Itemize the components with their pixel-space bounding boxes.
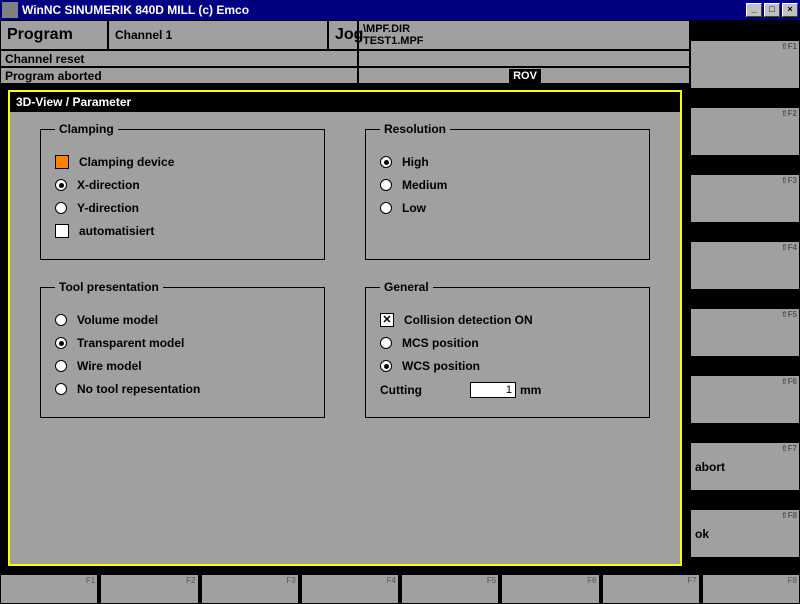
- minimize-button[interactable]: _: [746, 3, 762, 17]
- softkey-b8[interactable]: F8: [702, 574, 800, 604]
- cutting-label: Cutting: [380, 383, 466, 397]
- panel-area: 3D-View / Parameter Clamping Clamping de…: [0, 84, 690, 574]
- tool-legend: Tool presentation: [55, 280, 163, 294]
- clamping-group: Clamping Clamping device X-direction Y-d…: [40, 122, 325, 260]
- mode-right: Jog: [328, 20, 358, 50]
- resolution-medium-option[interactable]: Medium: [380, 178, 635, 192]
- radio-icon: [380, 360, 392, 372]
- tool-transparent-option[interactable]: Transparent model: [55, 336, 310, 350]
- rov-badge: ROV: [509, 69, 541, 83]
- app-icon: [2, 2, 18, 18]
- softkey-b5[interactable]: F5: [401, 574, 499, 604]
- mode-left: Program: [0, 20, 108, 50]
- clamping-device-row[interactable]: Clamping device: [55, 155, 310, 169]
- status-program: Program aborted: [0, 67, 358, 84]
- radio-icon: [55, 202, 67, 214]
- cutting-unit: mm: [520, 383, 541, 397]
- content-area: Program Channel 1 Jog \MPF.DIR TEST1.MPF…: [0, 20, 800, 604]
- radio-icon: [380, 337, 392, 349]
- radio-icon: [380, 156, 392, 168]
- general-legend: General: [380, 280, 433, 294]
- radio-icon: [55, 314, 67, 326]
- general-group: General Collision detection ON MCS posit…: [365, 280, 650, 418]
- maximize-button[interactable]: □: [764, 3, 780, 17]
- softkey-b6[interactable]: F6: [501, 574, 599, 604]
- tool-none-option[interactable]: No tool repesentation: [55, 382, 310, 396]
- softkey-b4[interactable]: F4: [301, 574, 399, 604]
- softkey-r2[interactable]: ⇧F2: [690, 107, 800, 156]
- clamping-device-label: Clamping device: [79, 155, 174, 169]
- softkey-abort[interactable]: abort⇧F7: [690, 442, 800, 491]
- collision-option[interactable]: Collision detection ON: [380, 313, 635, 327]
- cutting-input[interactable]: [470, 382, 516, 398]
- wcs-option[interactable]: WCS position: [380, 359, 635, 373]
- titlebar: WinNC SINUMERIK 840D MILL (c) Emco _ □ ×: [0, 0, 800, 20]
- mcs-option[interactable]: MCS position: [380, 336, 635, 350]
- path-file: TEST1.MPF: [363, 35, 424, 47]
- clamping-auto-option[interactable]: automatisiert: [55, 224, 310, 238]
- softkey-r4[interactable]: ⇧F4: [690, 241, 800, 290]
- channel-label: Channel 1: [108, 20, 328, 50]
- softkey-r5[interactable]: ⇧F5: [690, 308, 800, 357]
- tool-volume-option[interactable]: Volume model: [55, 313, 310, 327]
- cutting-row: Cutting mm: [380, 382, 635, 398]
- tool-wire-option[interactable]: Wire model: [55, 359, 310, 373]
- clamping-legend: Clamping: [55, 122, 118, 136]
- softkey-r3[interactable]: ⇧F3: [690, 174, 800, 223]
- softkey-r6[interactable]: ⇧F6: [690, 375, 800, 424]
- resolution-high-option[interactable]: High: [380, 155, 635, 169]
- softkeys-bottom: F1 F2 F3 F4 F5 F6 F7 F8: [0, 574, 800, 604]
- resolution-group: Resolution High Medium Low: [365, 122, 650, 260]
- status-badges: ROV: [358, 67, 690, 84]
- radio-icon: [55, 337, 67, 349]
- clamping-xdir-option[interactable]: X-direction: [55, 178, 310, 192]
- panel-title: 3D-View / Parameter: [10, 92, 680, 112]
- header-area: Program Channel 1 Jog \MPF.DIR TEST1.MPF…: [0, 20, 690, 84]
- softkey-b7[interactable]: F7: [602, 574, 700, 604]
- parameter-panel: 3D-View / Parameter Clamping Clamping de…: [8, 90, 682, 566]
- radio-icon: [380, 202, 392, 214]
- path-dir: \MPF.DIR: [363, 23, 410, 35]
- tool-presentation-group: Tool presentation Volume model Transpare…: [40, 280, 325, 418]
- softkeys-right: ⇧F1 ⇧F2 ⇧F3 ⇧F4 ⇧F5 ⇧F6 abort⇧F7 ok⇧F8: [690, 40, 800, 576]
- softkey-b2[interactable]: F2: [100, 574, 198, 604]
- softkey-b3[interactable]: F3: [201, 574, 299, 604]
- clamping-ydir-option[interactable]: Y-direction: [55, 201, 310, 215]
- window-title: WinNC SINUMERIK 840D MILL (c) Emco: [22, 3, 744, 17]
- resolution-low-option[interactable]: Low: [380, 201, 635, 215]
- softkey-b1[interactable]: F1: [0, 574, 98, 604]
- radio-icon: [380, 179, 392, 191]
- softkey-r1[interactable]: ⇧F1: [690, 40, 800, 89]
- clamping-device-colorbox: [55, 155, 69, 169]
- softkey-ok[interactable]: ok⇧F8: [690, 509, 800, 558]
- program-path: \MPF.DIR TEST1.MPF: [358, 20, 690, 50]
- app-window: WinNC SINUMERIK 840D MILL (c) Emco _ □ ×…: [0, 0, 800, 604]
- radio-icon: [55, 383, 67, 395]
- resolution-legend: Resolution: [380, 122, 450, 136]
- radio-icon: [55, 360, 67, 372]
- close-button[interactable]: ×: [782, 3, 798, 17]
- status-right-empty: [358, 50, 690, 67]
- checkbox-icon: [380, 313, 394, 327]
- checkbox-icon: [55, 224, 69, 238]
- status-channel: Channel reset: [0, 50, 358, 67]
- radio-icon: [55, 179, 67, 191]
